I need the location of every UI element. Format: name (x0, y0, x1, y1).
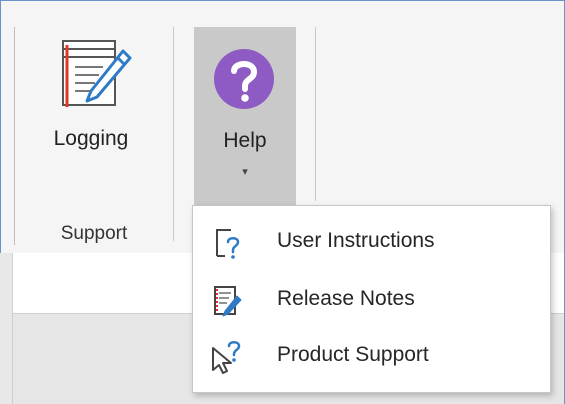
help-label: Help (223, 129, 267, 152)
release-notes-icon (214, 286, 242, 317)
menu-item-label: Release Notes (277, 287, 415, 310)
menu-item-release-notes[interactable]: Release Notes (193, 272, 550, 328)
user-instructions-icon (216, 229, 240, 259)
help-question-icon (214, 49, 274, 109)
ribbon-separator (315, 27, 316, 201)
help-button[interactable]: Help ▾ (194, 27, 296, 206)
logging-button[interactable]: Logging (31, 31, 151, 161)
menu-item-label: User Instructions (277, 229, 435, 252)
log-sheet-pencil-icon (62, 40, 132, 107)
left-gutter (0, 253, 13, 404)
menu-item-label: Product Support (277, 343, 429, 366)
product-support-icon (212, 341, 241, 374)
menu-item-user-instructions[interactable]: User Instructions (193, 214, 550, 270)
chevron-down-icon: ▾ (242, 166, 248, 178)
menu-item-product-support[interactable]: Product Support (193, 328, 550, 384)
group-label-support: Support (60, 223, 128, 244)
logging-label: Logging (53, 127, 129, 150)
ribbon-separator (173, 27, 174, 241)
ribbon-separator (14, 27, 15, 245)
help-dropdown-menu: User Instructions Release Notes Product … (192, 205, 551, 393)
